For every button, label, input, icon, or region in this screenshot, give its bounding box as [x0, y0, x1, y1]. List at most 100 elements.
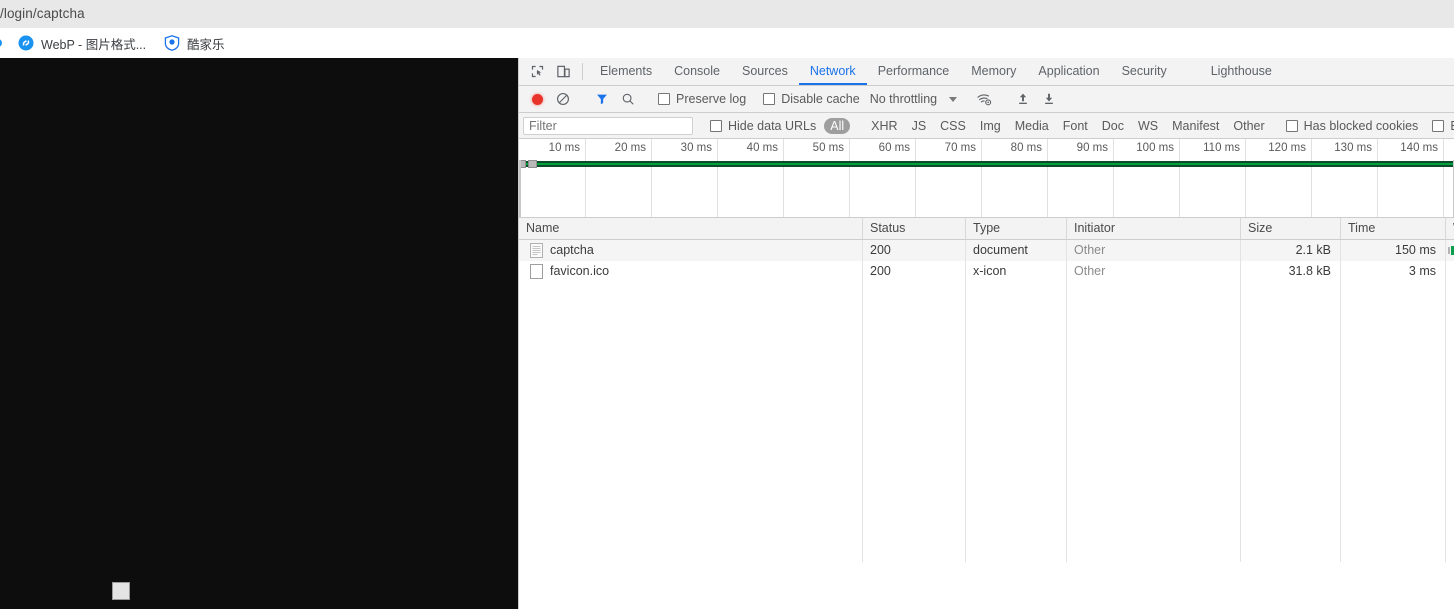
filter-button[interactable]: [589, 92, 615, 106]
column-header-name[interactable]: Name: [519, 218, 862, 239]
search-button[interactable]: [615, 92, 641, 106]
bookmark-item-partial[interactable]: [0, 28, 4, 58]
throttling-select[interactable]: No throttling: [870, 92, 937, 106]
filter-input[interactable]: [523, 116, 693, 135]
cell-name: captcha: [519, 240, 862, 261]
filter-type-other[interactable]: Other: [1227, 118, 1270, 134]
tab-lighthouse[interactable]: Lighthouse: [1200, 58, 1283, 85]
filter-type-doc[interactable]: Doc: [1096, 118, 1130, 134]
import-har-icon: [1019, 93, 1027, 104]
tab-memory[interactable]: Memory: [960, 58, 1027, 85]
column-header-initiator[interactable]: Initiator: [1066, 218, 1240, 239]
tab-performance[interactable]: Performance: [867, 58, 961, 85]
column-header-status[interactable]: Status: [862, 218, 965, 239]
tab-elements[interactable]: Elements: [589, 58, 663, 85]
hide-data-urls-checkbox[interactable]: Hide data URLs: [710, 119, 816, 133]
overview-selection-handle-right[interactable]: [528, 160, 537, 168]
tab-console[interactable]: Console: [663, 58, 731, 85]
overview-tick-label: 60 ms: [878, 142, 910, 154]
bookmark-item-webp[interactable]: WebP - 图片格式...: [12, 28, 152, 58]
filter-type-media[interactable]: Media: [1009, 118, 1055, 134]
inspect-element-button[interactable]: [524, 58, 550, 85]
request-name: favicon.ico: [550, 264, 610, 278]
requests-table-empty-area[interactable]: [519, 281, 1454, 562]
filter-type-css[interactable]: CSS: [934, 118, 972, 134]
cell-type: x-icon: [965, 261, 1066, 282]
filter-type-manifest[interactable]: Manifest: [1166, 118, 1225, 134]
disable-cache-checkbox[interactable]: Disable cache: [763, 92, 860, 106]
checkbox-box-icon: [763, 93, 776, 105]
column-header-size[interactable]: Size: [1240, 218, 1340, 239]
filter-type-all[interactable]: All: [824, 117, 851, 134]
tab-application[interactable]: Application: [1027, 58, 1110, 85]
network-overview[interactable]: 10 ms 20 ms 30 ms 40 ms 50 ms 60 ms 70 m…: [519, 139, 1454, 218]
generic-file-icon: [530, 264, 543, 279]
bookmark-label: 酷家乐: [187, 37, 225, 52]
network-conditions-icon: [976, 93, 991, 105]
has-blocked-cookies-checkbox[interactable]: Has blocked cookies: [1285, 118, 1419, 133]
partial-favicon-icon: [0, 39, 2, 47]
toolbar-divider: [582, 63, 583, 80]
filter-type-ws[interactable]: WS: [1132, 118, 1164, 134]
cell-initiator[interactable]: Other: [1066, 240, 1240, 261]
filter-type-js[interactable]: JS: [906, 118, 933, 134]
cell-time: 3 ms: [1340, 261, 1445, 282]
browser-window: /login/captcha WebP - 图片格式... 酷家乐 Elemen…: [0, 0, 1454, 609]
network-filter-bar: Hide data URLs All XHR JS CSS Img Media …: [519, 113, 1454, 139]
overview-tick-label: 30 ms: [680, 142, 712, 154]
has-blocked-cookies-label: Has blocked cookies: [1303, 118, 1419, 133]
column-separator: [1240, 281, 1241, 562]
column-header-waterfall[interactable]: W: [1445, 218, 1454, 239]
column-separator: [965, 281, 966, 562]
kujiale-favicon-icon: [164, 35, 180, 51]
tab-network[interactable]: Network: [798, 58, 867, 85]
checkbox-box-icon: [1432, 119, 1445, 132]
blocked-requests-checkbox[interactable]: Blocked Requests: [1432, 119, 1454, 133]
cell-name: favicon.ico: [519, 261, 862, 282]
cell-type: document: [965, 240, 1066, 261]
cell-size: 2.1 kB: [1240, 240, 1340, 261]
omnibox-strip: /login/captcha: [0, 0, 1454, 28]
cell-size: 31.8 kB: [1240, 261, 1340, 282]
filter-type-img[interactable]: Img: [974, 118, 1007, 134]
overview-tick-label: 140 ms: [1400, 142, 1438, 154]
record-button-icon: [531, 93, 543, 105]
cell-waterfall: [1445, 261, 1454, 282]
tab-security[interactable]: Security: [1111, 58, 1178, 85]
column-separator: [1340, 281, 1341, 562]
overview-tick-label: 110 ms: [1203, 142, 1240, 154]
record-button[interactable]: [524, 93, 550, 105]
clear-button[interactable]: [550, 92, 576, 106]
overview-tick-label: 130 ms: [1334, 142, 1372, 154]
filter-type-xhr[interactable]: XHR: [865, 118, 903, 134]
table-row[interactable]: captcha 200 document Other 2.1 kB 150 ms: [519, 240, 1454, 261]
network-conditions-button[interactable]: [971, 92, 997, 107]
bookmark-label: WebP - 图片格式...: [41, 37, 147, 52]
device-toolbar-icon: [556, 65, 570, 78]
request-name: captcha: [550, 243, 594, 257]
column-header-type[interactable]: Type: [965, 218, 1066, 239]
table-row[interactable]: favicon.ico 200 x-icon Other 31.8 kB 3 m…: [519, 261, 1454, 282]
column-header-time[interactable]: Time: [1340, 218, 1445, 239]
column-separator: [1445, 281, 1446, 562]
import-har-button[interactable]: [1010, 92, 1036, 106]
overview-load-band: [519, 161, 1454, 167]
overview-tick-label: 100 ms: [1136, 142, 1174, 154]
export-har-button[interactable]: [1036, 92, 1062, 106]
filter-type-font[interactable]: Font: [1057, 118, 1094, 134]
cell-status: 200: [862, 240, 965, 261]
network-toolbar: Preserve log Disable cache No throttling: [519, 86, 1454, 113]
cell-initiator[interactable]: Other: [1066, 261, 1240, 282]
inspect-element-icon: [531, 65, 543, 78]
address-bar-url[interactable]: /login/captcha: [0, 6, 85, 21]
tab-sources[interactable]: Sources: [731, 58, 799, 85]
overview-tick-label: 40 ms: [746, 142, 778, 154]
device-toolbar-button[interactable]: [550, 58, 576, 85]
preserve-log-checkbox[interactable]: Preserve log: [658, 92, 746, 106]
disable-cache-label: Disable cache: [781, 92, 860, 106]
chevron-down-icon[interactable]: [949, 96, 958, 102]
bookmark-item-kujiale[interactable]: 酷家乐: [158, 28, 231, 58]
cell-waterfall: [1445, 240, 1454, 261]
bookmarks-bar: WebP - 图片格式... 酷家乐: [0, 28, 1454, 59]
devtools-tabbar: Elements Console Sources Network Perform…: [519, 58, 1454, 86]
